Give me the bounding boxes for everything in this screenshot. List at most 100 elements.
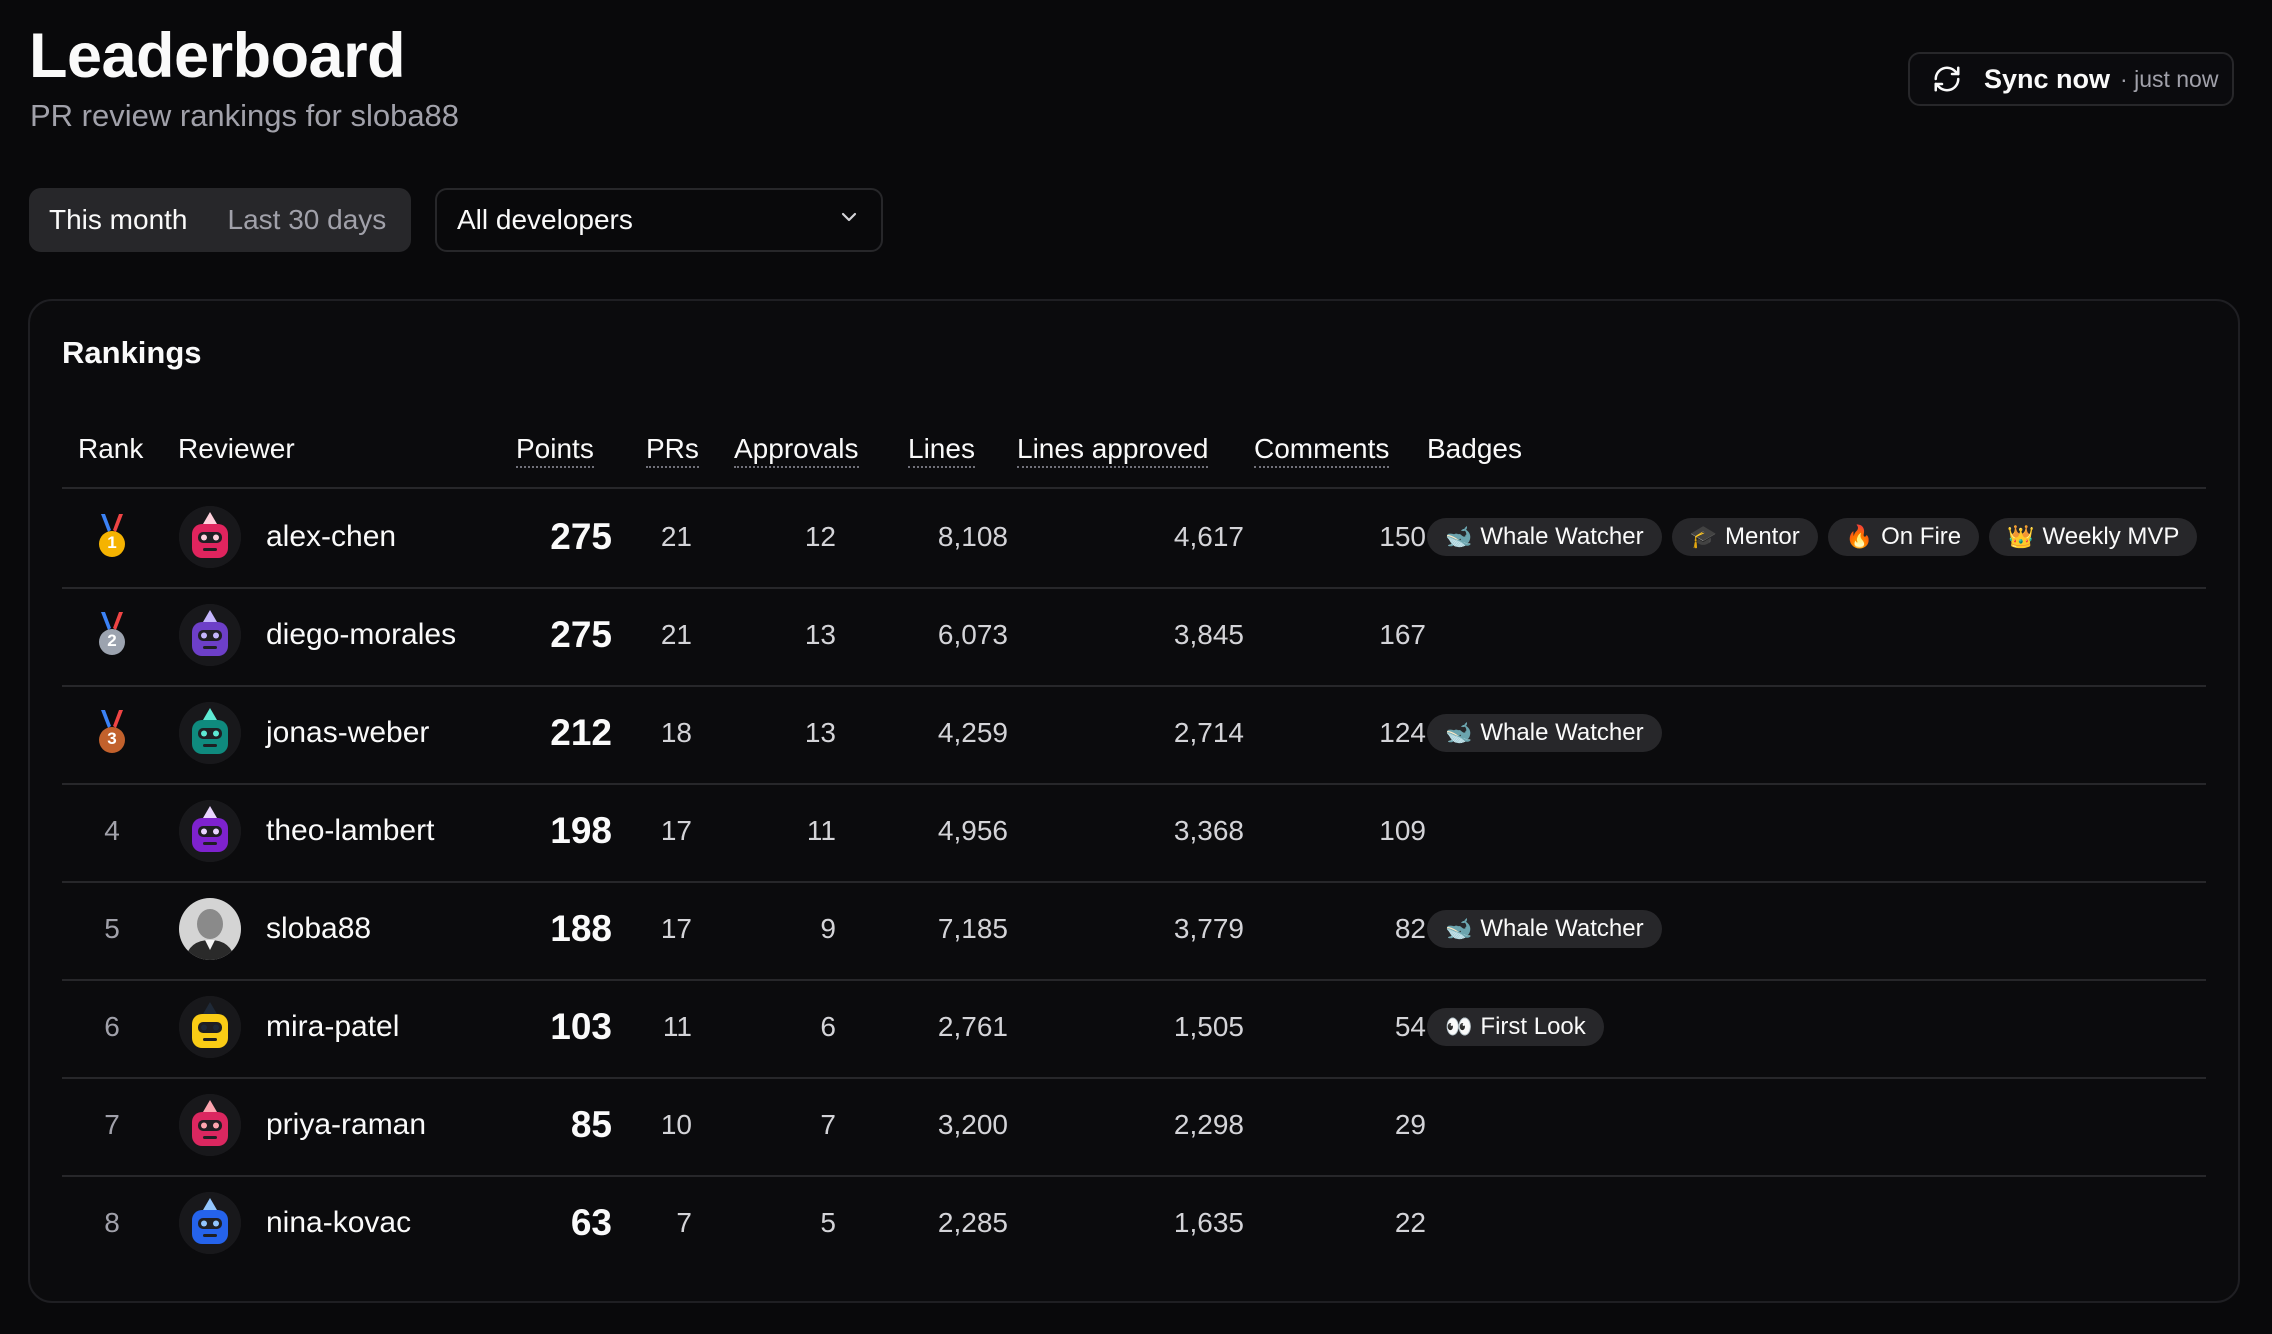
prs-value: 11 [662, 1011, 692, 1042]
prs-value: 10 [660, 1109, 692, 1140]
graduation-cap-icon: 🎓 [1689, 524, 1717, 549]
avatar [179, 506, 241, 568]
rank-cell: 5 [62, 881, 162, 977]
comments-value: 54 [1394, 1011, 1426, 1042]
prs-value: 21 [660, 521, 692, 552]
lines-value: 8,108 [937, 521, 1008, 552]
badge-eyes: 👀 First Look [1427, 1008, 1604, 1046]
reviewer-name[interactable]: priya-raman [266, 1077, 426, 1173]
lines-value: 4,259 [937, 717, 1008, 748]
avatar-cell [178, 881, 242, 977]
avatar-cell [178, 489, 242, 585]
badge-graduation-cap: 🎓 Mentor [1671, 518, 1818, 556]
rank-number: 6 [104, 1011, 120, 1042]
rank-cell: 4 [62, 783, 162, 879]
prs-value: 7 [676, 1207, 692, 1238]
table-row[interactable]: 7 priya-raman 85 10 7 3,200 2,298 29 [62, 1077, 2206, 1177]
badges-cell: 👀 First Look [1427, 979, 1604, 1075]
badge-crown: 👑 Weekly MVP [1989, 518, 2198, 556]
lines-approved-value: 1,505 [1173, 1011, 1244, 1042]
lines-approved-value: 3,845 [1173, 619, 1244, 650]
col-prs[interactable]: PRs [646, 429, 699, 469]
rankings-title: Rankings [62, 335, 202, 370]
silver-medal-icon: 2 [97, 612, 127, 658]
reviewer-name[interactable]: diego-morales [266, 587, 456, 683]
reviewer-name[interactable]: jonas-weber [266, 685, 429, 781]
reviewer-name[interactable]: mira-patel [266, 979, 399, 1075]
points-value: 198 [550, 810, 612, 851]
approvals-value: 6 [820, 1011, 836, 1042]
prs-value: 21 [660, 619, 692, 650]
avatar-cell [178, 1077, 242, 1173]
bronze-medal-icon: 3 [97, 710, 127, 756]
approvals-value: 12 [804, 521, 836, 552]
chevron-down-icon [837, 204, 861, 236]
rank-cell: 3 [62, 685, 162, 781]
table-row[interactable]: 2 diego-morales 275 21 13 6,073 3,845 16… [62, 587, 2206, 687]
table-row[interactable]: 3 jonas-weber 212 18 13 4,259 2,714 124 … [62, 685, 2206, 785]
developer-select[interactable]: All developers [435, 188, 883, 252]
badges-cell: 🐋 Whale Watcher [1427, 881, 1662, 977]
table-row[interactable]: 8 nina-kovac 63 7 5 2,285 1,635 22 [62, 1175, 2206, 1273]
reviewer-name[interactable]: sloba88 [266, 881, 371, 977]
page-title: Leaderboard [29, 21, 406, 91]
avatar-cell [178, 979, 242, 1075]
avatar [179, 604, 241, 666]
comments-value: 22 [1394, 1207, 1426, 1238]
lines-value: 6,073 [937, 619, 1008, 650]
eyes-icon: 👀 [1445, 1014, 1473, 1039]
lines-approved-value: 2,298 [1173, 1109, 1244, 1140]
badge-whale: 🐋 Whale Watcher [1427, 910, 1662, 948]
rank-cell: 1 [62, 489, 162, 585]
avatar-cell [178, 1175, 242, 1271]
rank-number: 8 [104, 1207, 120, 1238]
lines-value: 4,956 [937, 815, 1008, 846]
badges-cell: 🐋 Whale Watcher [1427, 685, 1662, 781]
avatar-cell [178, 783, 242, 879]
col-lines-approved[interactable]: Lines approved [1017, 429, 1209, 469]
sync-now-button[interactable]: Sync now · just now [1908, 52, 2234, 106]
lines-approved-value: 2,714 [1173, 717, 1244, 748]
badge-label: Mentor [1724, 523, 1800, 550]
approvals-value: 13 [804, 717, 836, 748]
period-this-month[interactable]: This month [29, 193, 208, 247]
whale-icon: 🐋 [1445, 524, 1473, 549]
period-last-30-days[interactable]: Last 30 days [208, 193, 407, 247]
period-toggle: This month Last 30 days [29, 188, 411, 252]
col-comments[interactable]: Comments [1254, 429, 1390, 469]
developer-select-value: All developers [457, 204, 633, 235]
points-value: 275 [550, 614, 612, 655]
badge-label: First Look [1480, 1013, 1586, 1040]
reviewer-name[interactable]: theo-lambert [266, 783, 434, 879]
comments-value: 29 [1394, 1109, 1426, 1140]
prs-value: 17 [660, 815, 692, 846]
avatar [179, 996, 241, 1058]
comments-value: 167 [1379, 619, 1426, 650]
badge-whale: 🐋 Whale Watcher [1427, 714, 1662, 752]
table-row[interactable]: 6 mira-patel 103 11 6 2,761 1,505 54 👀 F… [62, 979, 2206, 1079]
fire-icon: 🔥 [1845, 524, 1874, 549]
rankings-card: Rankings Rank Reviewer Points PRs Approv… [28, 299, 2240, 1303]
lines-approved-value: 3,368 [1173, 815, 1244, 846]
whale-icon: 🐋 [1445, 916, 1473, 941]
col-lines[interactable]: Lines [908, 429, 975, 469]
crown-icon: 👑 [2007, 524, 2035, 549]
badge-label: Weekly MVP [2042, 523, 2180, 550]
badge-label: Whale Watcher [1480, 915, 1644, 942]
rank-number: 4 [104, 815, 120, 846]
col-badges: Badges [1427, 433, 1522, 464]
reviewer-name[interactable]: alex-chen [266, 489, 396, 585]
approvals-value: 5 [820, 1207, 836, 1238]
table-row[interactable]: 1 alex-chen 275 21 12 8,108 4,617 150 🐋 … [62, 489, 2206, 589]
refresh-icon [1930, 62, 1964, 96]
rank-cell: 2 [62, 587, 162, 683]
reviewer-name[interactable]: nina-kovac [266, 1175, 411, 1271]
col-points[interactable]: Points [516, 429, 594, 469]
badge-label: Whale Watcher [1480, 719, 1644, 746]
points-value: 85 [570, 1104, 612, 1145]
avatar [179, 800, 241, 862]
table-row[interactable]: 4 theo-lambert 198 17 11 4,956 3,368 109 [62, 783, 2206, 883]
col-approvals[interactable]: Approvals [734, 429, 859, 469]
table-row[interactable]: 5 sloba88 188 17 9 7,185 3,779 82 🐋 Whal… [62, 881, 2206, 981]
rank-cell: 6 [62, 979, 162, 1075]
